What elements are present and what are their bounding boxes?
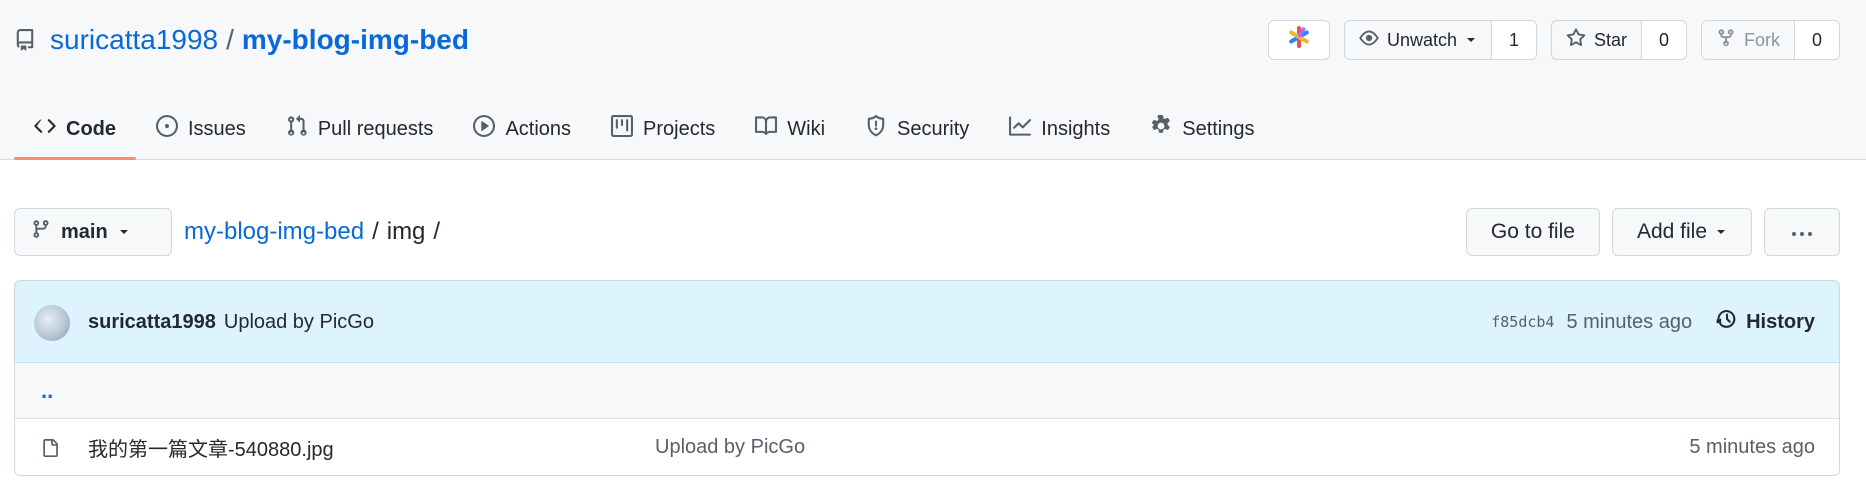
graph-icon xyxy=(1009,115,1032,143)
branch-name: main xyxy=(61,220,108,243)
shield-icon xyxy=(865,115,887,143)
tab-actions-label: Actions xyxy=(505,117,572,140)
fork-icon xyxy=(1716,28,1736,53)
fork-button[interactable]: Fork xyxy=(1702,21,1795,59)
tab-projects-label: Projects xyxy=(643,117,716,140)
star-icon xyxy=(1566,27,1586,53)
code-icon xyxy=(34,115,56,143)
tab-insights-label: Insights xyxy=(1041,117,1111,140)
fork-label: Fork xyxy=(1744,29,1780,50)
commit-author[interactable]: suricatta1998 xyxy=(88,311,216,334)
star-button-group: Star 0 xyxy=(1550,20,1687,60)
parent-directory-row[interactable]: .. xyxy=(15,363,1839,419)
commit-time: 5 minutes ago xyxy=(1566,310,1693,333)
file-actions: Go to file Add file xyxy=(1465,208,1840,256)
tab-issues-label: Issues xyxy=(188,117,246,140)
star-button[interactable]: Star xyxy=(1552,21,1642,59)
commit-sha[interactable]: f85dcb4 xyxy=(1491,313,1554,331)
file-toolbar: main my-blog-img-bed / img / Go to file … xyxy=(14,208,1840,256)
tab-insights[interactable]: Insights xyxy=(989,100,1130,158)
tab-settings-label: Settings xyxy=(1182,117,1255,140)
go-to-file-button[interactable]: Go to file xyxy=(1465,208,1600,256)
caret-down-icon xyxy=(1465,30,1477,51)
file-icon xyxy=(41,437,59,465)
colorful-asterisk-icon xyxy=(1287,25,1311,55)
kebab-horizontal-icon xyxy=(1790,220,1814,244)
branch-icon xyxy=(31,219,51,245)
branch-select-button[interactable]: main xyxy=(14,208,172,256)
history-label: History xyxy=(1746,310,1815,333)
tab-pull-requests[interactable]: Pull requests xyxy=(266,100,454,158)
caret-down-icon xyxy=(1715,220,1727,244)
gear-icon xyxy=(1150,114,1172,143)
breadcrumb-separator: / xyxy=(372,218,379,245)
tab-code-label: Code xyxy=(66,117,116,140)
repo-header: suricatta1998 / my-blog-img-bed Unwatch … xyxy=(0,0,1866,160)
repo-name-link[interactable]: my-blog-img-bed xyxy=(242,24,469,56)
fork-count[interactable]: 0 xyxy=(1795,21,1839,59)
latest-commit-row: suricatta1998 Upload by PicGo f85dcb4 5 … xyxy=(15,281,1839,363)
tab-security[interactable]: Security xyxy=(845,100,989,158)
parent-directory-link[interactable]: .. xyxy=(41,378,53,404)
add-file-button[interactable]: Add file xyxy=(1611,208,1752,256)
commit-summary: suricatta1998 Upload by PicGo xyxy=(88,281,374,363)
unwatch-label: Unwatch xyxy=(1386,29,1457,50)
pull-request-icon xyxy=(286,115,308,143)
tab-pull-requests-label: Pull requests xyxy=(317,117,434,140)
tab-code[interactable]: Code xyxy=(14,100,136,160)
project-icon xyxy=(611,115,634,143)
play-icon xyxy=(473,115,496,143)
tab-actions[interactable]: Actions xyxy=(453,100,591,158)
file-list-box: suricatta1998 Upload by PicGo f85dcb4 5 … xyxy=(14,280,1840,476)
breadcrumb-repo-link[interactable]: my-blog-img-bed xyxy=(184,218,364,246)
add-file-label: Add file xyxy=(1636,220,1707,243)
repo-separator: / xyxy=(226,24,234,55)
apps-button[interactable] xyxy=(1267,20,1330,60)
tab-settings[interactable]: Settings xyxy=(1130,100,1274,158)
tab-wiki[interactable]: Wiki xyxy=(735,100,845,158)
repo-nav-tabs: Code Issues Pull requests Actions Projec… xyxy=(14,100,1275,160)
issue-icon xyxy=(156,115,178,143)
avatar[interactable] xyxy=(34,305,70,341)
tab-projects[interactable]: Projects xyxy=(591,100,735,158)
repo-owner-link[interactable]: suricatta1998 xyxy=(50,24,218,56)
star-count[interactable]: 0 xyxy=(1642,21,1686,59)
repo-title: suricatta1998 / my-blog-img-bed xyxy=(14,20,469,60)
star-label: Star xyxy=(1593,29,1627,50)
watch-button-group: Unwatch 1 xyxy=(1343,20,1537,60)
list-item: 我的第一篇文章-540880.jpg Upload by PicGo 5 min… xyxy=(15,419,1839,475)
breadcrumb-current-dir: img xyxy=(386,218,426,245)
repo-actions: Unwatch 1 Star 0 Fork 0 xyxy=(1267,20,1840,60)
caret-down-icon xyxy=(118,221,130,244)
tab-wiki-label: Wiki xyxy=(787,117,826,140)
history-link[interactable]: History xyxy=(1716,308,1815,336)
eye-icon xyxy=(1359,28,1379,53)
file-commit-time: 5 minutes ago xyxy=(1689,435,1815,458)
watch-count[interactable]: 1 xyxy=(1491,21,1536,59)
unwatch-button[interactable]: Unwatch xyxy=(1345,21,1492,59)
commit-meta: f85dcb4 5 minutes ago History xyxy=(1491,281,1815,363)
breadcrumb: my-blog-img-bed / img / xyxy=(184,208,448,256)
fork-button-group: Fork 0 xyxy=(1701,20,1840,60)
tab-issues[interactable]: Issues xyxy=(136,100,266,158)
repo-icon xyxy=(14,28,38,52)
history-icon xyxy=(1716,308,1738,336)
commit-message[interactable]: Upload by PicGo xyxy=(224,311,374,334)
file-name-link[interactable]: 我的第一篇文章-540880.jpg xyxy=(88,433,334,462)
tab-security-label: Security xyxy=(897,117,970,140)
more-options-button[interactable] xyxy=(1764,208,1840,256)
file-commit-message[interactable]: Upload by PicGo xyxy=(655,436,805,459)
breadcrumb-separator: / xyxy=(433,218,441,245)
book-icon xyxy=(755,115,778,143)
